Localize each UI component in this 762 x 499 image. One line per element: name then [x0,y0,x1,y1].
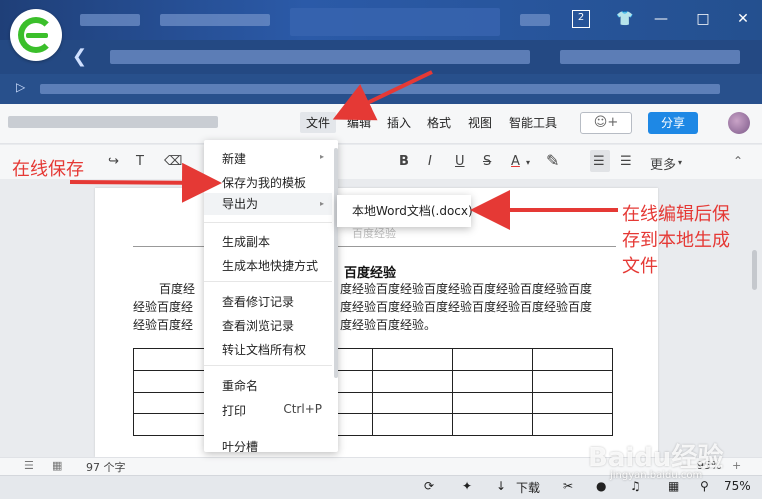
annotation-export-line-1: 在线编辑后保 [622,204,730,225]
eraser-icon[interactable]: ⌫ [164,154,182,169]
underline-button[interactable]: U [455,154,465,169]
align-left-icon[interactable]: ☰ [593,154,605,169]
document-name-blurred [8,116,218,128]
page-view-icon[interactable]: ▦ [52,459,62,472]
blurred-url [110,50,530,64]
baidu-watermark: Baidu经验 [588,443,724,473]
close-icon[interactable]: ✕ [734,10,752,28]
menu-divider [204,222,332,223]
menu-divider [204,365,332,366]
refresh-icon[interactable]: ⟳ [424,479,434,493]
minimize-icon[interactable]: — [652,10,670,28]
browser-logo [10,9,62,61]
outline-icon[interactable]: ☰ [24,459,34,472]
menu-format[interactable]: 格式 [427,114,451,131]
menu-edit[interactable]: 编辑 [347,114,371,131]
zoom-in-icon[interactable]: + [732,459,741,472]
annotation-export-line-3: 文件 [622,256,658,277]
file-menu-print[interactable]: 打印 [222,402,246,419]
paragraph-line-3-right[interactable]: 度经验百度经验。 [340,316,620,334]
paragraph-line-3-left[interactable]: 经验百度经 [133,316,213,334]
file-menu-save-as-template[interactable]: 保存为我的模板 [222,174,306,191]
add-collaborator-button[interactable]: ☺+ [580,112,632,134]
back-icon[interactable]: ❮ [72,46,87,67]
menu-insert[interactable]: 插入 [387,114,411,131]
collapse-toolbar-icon[interactable]: ⌃ [733,154,743,168]
chevron-down-icon[interactable]: ▾ [526,158,530,167]
menu-smart-tools[interactable]: 智能工具 [509,114,557,131]
file-menu-export-as[interactable]: 导出为 [204,193,332,215]
document-title[interactable]: 百度经验 [344,262,396,281]
print-shortcut: Ctrl+P [283,402,322,416]
file-menu-create-shortcut[interactable]: 生成本地快捷方式 [222,257,318,274]
watermark-url: jingyan.baidu.com [610,470,703,481]
skin-icon[interactable]: 👕 [616,10,634,28]
paragraph-line-2-left[interactable]: 经验百度经 [133,298,213,316]
battery-level: 75% [724,479,751,493]
align-center-icon[interactable]: ☰ [620,154,632,169]
active-tab[interactable] [290,8,500,36]
menu-view[interactable]: 视图 [468,114,492,131]
font-color-button[interactable]: A [511,154,520,169]
file-menu-browse-history[interactable]: 查看浏览记录 [222,317,294,334]
annotation-save-online: 在线保存 [12,159,84,180]
export-submenu-arrow-icon: ▸ [319,199,324,208]
browser-small-logo-icon[interactable]: ● [596,479,606,493]
page-header-text: 百度经验 [352,227,396,240]
menu-divider [204,281,332,282]
share-button[interactable]: 分享 [648,112,698,134]
italic-button[interactable]: I [428,154,432,169]
speaker-icon[interactable]: ♫ [630,479,641,493]
file-menu-make-copy[interactable]: 生成副本 [222,233,270,250]
blurred-bookmarks[interactable] [40,84,720,94]
more-button[interactable]: 更多 [650,154,676,173]
file-menu-rename[interactable]: 重命名 [222,377,258,394]
document-scrollbar[interactable] [752,250,757,290]
word-count: 97 个字 [86,461,126,474]
pin-icon[interactable]: ✦ [462,479,472,493]
download-icon[interactable]: ↓ [496,479,506,493]
zoom-search-icon[interactable]: ⚲ [700,479,709,493]
file-menu-partial-item[interactable]: 叶分槽 [222,438,258,452]
export-submenu-word-docx[interactable]: 本地Word文档(.docx) [337,195,473,227]
user-plus-icon: ☺+ [593,115,619,130]
blurred-address-icons [560,50,740,64]
avatar[interactable] [728,112,750,134]
file-menu-revision-history[interactable]: 查看修订记录 [222,293,294,310]
browser-titlebar: 2 👕 — □ ✕ [0,0,762,40]
bold-button[interactable]: B [399,154,409,169]
strikethrough-button[interactable]: S [483,154,491,169]
blurred-tab-1[interactable] [80,14,140,26]
download-label[interactable]: 下载 [516,479,540,496]
file-menu-new[interactable]: 新建 [222,150,246,167]
address-bar[interactable] [0,40,762,74]
menu-file[interactable]: 文件 [300,112,337,133]
annotation-export-line-2: 存到本地生成 [622,230,730,251]
format-painter-icon[interactable]: Τ [136,154,144,169]
menu-scrollbar[interactable] [334,148,338,378]
tab-count-badge[interactable]: 2 [572,10,590,28]
maximize-icon[interactable]: □ [694,10,712,28]
paragraph-line-1-right[interactable]: 度经验百度经验百度经验百度经验百度经验百度 [340,280,620,298]
file-menu-transfer-ownership[interactable]: 转让文档所有权 [222,341,306,358]
bookmarks-bar [0,74,762,104]
paragraph-line-2-right[interactable]: 度经验百度经验百度经验百度经验百度经验百度 [340,298,620,316]
file-menu-dropdown: 新建 ▸ 保存为我的模板 导出为 ▸ 生成副本 生成本地快捷方式 查看修订记录 … [204,140,338,452]
new-submenu-arrow-icon: ▸ [319,152,324,161]
grid-icon[interactable]: ▦ [668,479,679,493]
more-chevron-icon: ▾ [678,158,683,167]
highlight-color-icon[interactable]: ✎ [546,151,559,170]
scissors-icon[interactable]: ✂ [563,479,573,493]
bookmarks-toggle-icon[interactable]: ▷ [16,80,25,94]
blurred-tab-2[interactable] [160,14,270,26]
redo-icon[interactable]: ↪ [108,154,119,169]
blurred-tab-3[interactable] [520,14,550,26]
